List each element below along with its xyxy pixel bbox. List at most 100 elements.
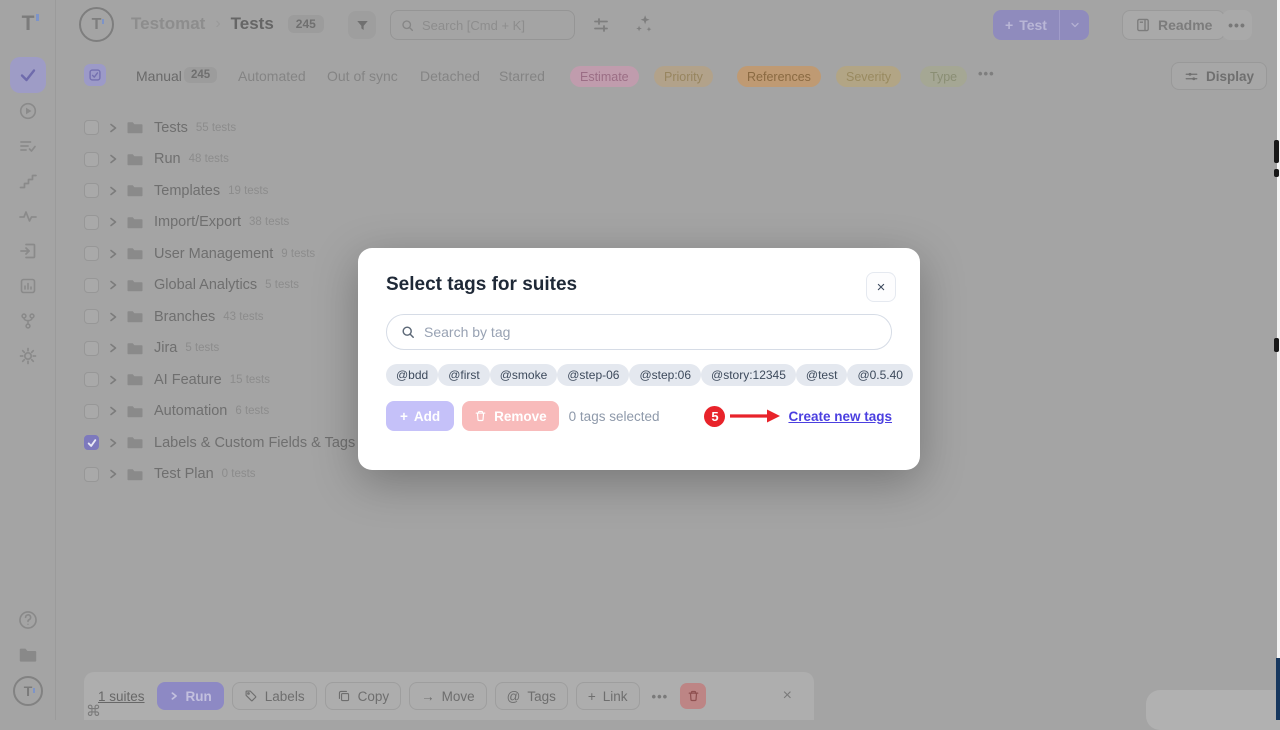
tag-search[interactable] [386,314,892,350]
topbar-more-button[interactable]: ••• [1222,10,1252,40]
chevron-right-icon[interactable] [107,122,119,134]
chevron-right-icon[interactable] [107,185,119,197]
delete-button[interactable] [680,683,706,709]
global-search[interactable] [390,10,575,40]
chevron-right-icon[interactable] [107,311,119,323]
tags-button[interactable]: @ Tags [495,682,568,710]
tab-out-of-sync[interactable]: Out of sync [327,68,398,84]
suite-row[interactable]: Import/Export 38 tests [84,207,397,239]
ai-sparkles-icon[interactable] [633,13,655,35]
suite-row[interactable]: Global Analytics 5 tests [84,270,397,302]
remove-tags-button[interactable]: Remove [462,401,559,431]
suite-row[interactable]: Test Plan 0 tests [84,459,397,491]
suite-name[interactable]: Labels & Custom Fields & Tags [154,435,355,451]
suite-checkbox[interactable] [84,183,99,198]
suite-name[interactable]: Test Plan [154,466,214,482]
suite-name[interactable]: Tests [154,120,188,136]
tag-chip[interactable]: @0.5.40 [847,364,913,386]
chevron-right-icon[interactable] [107,374,119,386]
filter-chip-priority[interactable]: Priority [654,66,713,87]
suite-checkbox[interactable] [84,372,99,387]
suite-row[interactable]: Jira 5 tests [84,333,397,365]
create-test-dropdown[interactable] [1059,10,1089,40]
create-new-tags-link[interactable]: Create new tags [788,409,892,424]
suite-row[interactable]: Tests 55 tests [84,112,397,144]
suite-name[interactable]: Import/Export [154,214,241,230]
suite-checkbox[interactable] [84,341,99,356]
scrollbar-thumb[interactable] [1274,338,1279,352]
suite-checkbox[interactable] [84,278,99,293]
sidebar-item-projects[interactable] [17,644,39,666]
suite-name[interactable]: Automation [154,403,227,419]
sidebar-item-analytics[interactable] [18,276,38,296]
chevron-right-icon[interactable] [107,216,119,228]
sidebar-item-pulse[interactable] [18,206,38,226]
suite-checkbox-checked[interactable] [84,435,99,450]
suite-row[interactable]: Templates 19 tests [84,175,397,207]
suite-name[interactable]: Templates [154,183,220,199]
suite-row[interactable]: AI Feature 15 tests [84,364,397,396]
suite-checkbox[interactable] [84,309,99,324]
bulk-more-button[interactable]: ••• [648,689,673,704]
scrollbar-thumb[interactable] [1274,169,1279,177]
move-button[interactable]: → Move [409,682,487,710]
sidebar-item-import[interactable] [18,241,38,261]
suite-checkbox[interactable] [84,246,99,261]
tag-chip[interactable]: @smoke [490,364,558,386]
suite-row[interactable]: Branches 43 tests [84,301,397,333]
suite-checkbox[interactable] [84,404,99,419]
add-tags-button[interactable]: + Add [386,401,454,431]
sidebar-item-test-plans[interactable] [18,136,38,156]
readme-button[interactable]: Readme [1122,10,1225,40]
filter-chip-references[interactable]: References [737,66,821,87]
suite-row[interactable]: User Management 9 tests [84,238,397,270]
suite-row[interactable]: Automation 6 tests [84,396,397,428]
breadcrumb-project[interactable]: Testomat [131,14,205,34]
tab-automated[interactable]: Automated [238,68,306,84]
suite-checkbox[interactable] [84,215,99,230]
suite-name[interactable]: User Management [154,246,273,262]
sidebar-item-runs[interactable] [18,101,38,121]
filter-chip-estimate[interactable]: Estimate [570,66,639,87]
suite-checkbox[interactable] [84,152,99,167]
suite-checkbox[interactable] [84,467,99,482]
run-button[interactable]: Run [157,682,224,710]
sidebar-item-settings[interactable] [18,346,38,366]
chevron-right-icon[interactable] [107,468,119,480]
chevron-right-icon[interactable] [107,279,119,291]
labels-button[interactable]: Labels [232,682,317,710]
suite-name[interactable]: AI Feature [154,372,222,388]
sidebar-item-steps[interactable] [18,171,38,191]
tag-chip[interactable]: @bdd [386,364,438,386]
tab-detached[interactable]: Detached [420,68,480,84]
tune-icon[interactable] [591,15,611,35]
tag-chip[interactable]: @step:06 [629,364,701,386]
link-button[interactable]: + Link [576,682,640,710]
sidebar-item-tests[interactable] [10,57,46,93]
selected-suites-link[interactable]: 1 suites [98,689,145,704]
tab-starred[interactable]: Starred [499,68,545,84]
chevron-right-icon[interactable] [107,248,119,260]
app-logo-icon[interactable]: T [0,12,56,36]
filter-chip-severity[interactable]: Severity [836,66,901,87]
chevron-right-icon[interactable] [107,342,119,354]
suite-name[interactable]: Branches [154,309,215,325]
create-test-button[interactable]: + Test [993,10,1059,40]
filter-button[interactable] [348,11,376,39]
sidebar-profile-logo[interactable]: T [13,676,43,706]
scrollbar-thumb[interactable] [1274,140,1279,163]
breadcrumb-page[interactable]: Tests [231,14,274,34]
bulk-bar-close-button[interactable]: × [783,687,792,705]
project-logo-icon[interactable]: T [79,7,114,42]
global-search-input[interactable] [422,18,552,33]
sidebar-item-help[interactable] [17,609,39,631]
modal-close-button[interactable]: × [866,272,896,302]
suite-name[interactable]: Global Analytics [154,277,257,293]
tag-search-input[interactable] [424,324,878,340]
suite-row[interactable]: Run 48 tests [84,144,397,176]
suite-name[interactable]: Jira [154,340,177,356]
tab-manual[interactable]: Manual [136,68,182,84]
tag-chip[interactable]: @test [796,364,848,386]
display-button[interactable]: Display [1171,62,1267,90]
chevron-right-icon[interactable] [107,153,119,165]
